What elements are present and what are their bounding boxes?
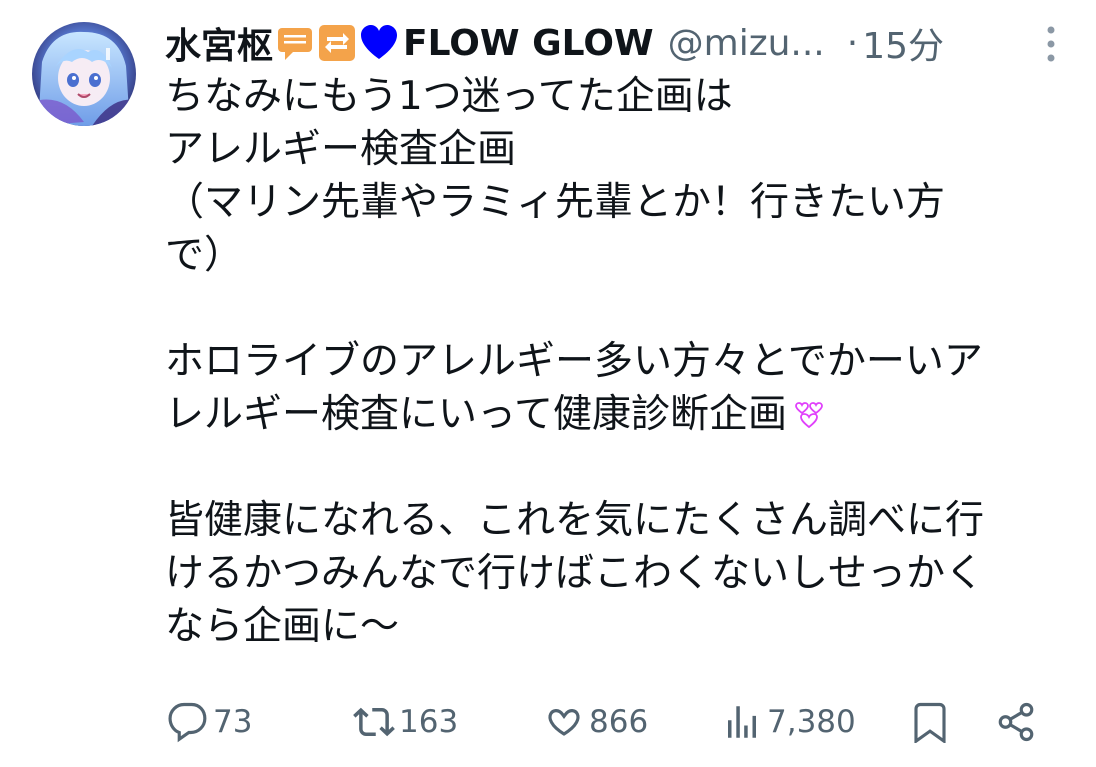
- views-button[interactable]: 7,380: [721, 694, 856, 750]
- tweet-line: レルギー検査にいって健康診断企画: [165, 392, 788, 437]
- tweet-line: アレルギー検査企画: [165, 127, 517, 172]
- user-handle[interactable]: @mizu...: [668, 23, 825, 64]
- like-button[interactable]: 866: [543, 694, 648, 750]
- heart-icon: [548, 709, 580, 736]
- repost-icon: [353, 707, 395, 737]
- repeat-emoji: [317, 23, 357, 63]
- view-count: 7,380: [767, 704, 856, 740]
- bookmark-button[interactable]: [909, 694, 951, 750]
- tweet-line: [165, 282, 1065, 335]
- tweet-line: 皆健康になれる、これを気にたくさん調べに行: [165, 498, 985, 543]
- action-bar: 73 163 866 7,380: [165, 694, 1046, 750]
- tweet-line-with-emoji: レルギー検査にいって健康診断企画: [165, 388, 1065, 441]
- tweet-card[interactable]: 水宮枢 FLOW GLOW @mizu... · 15分 ちなみにもう1つ迷って…: [0, 0, 1096, 767]
- tweet-line: ホロライブのアレルギー多い方々とでかーいア: [165, 339, 983, 384]
- tweet-line: [165, 441, 1065, 494]
- tweet-line: （マリン先輩やラミィ先輩とか！行きたい方: [165, 180, 946, 225]
- bookmark-icon: [914, 702, 946, 743]
- repost-count: 163: [399, 704, 459, 740]
- tweet-line: なら企画に〜: [165, 604, 400, 649]
- repost-button[interactable]: 163: [353, 694, 458, 750]
- tweet-line: けるかつみんなで行けばこわくないしせっかく: [165, 551, 985, 596]
- tweet-text: ちなみにもう1つ迷ってた企画は アレルギー検査企画 （マリン先輩やラミィ先輩とか…: [165, 70, 1065, 653]
- timestamp[interactable]: 15分: [862, 17, 944, 69]
- blue-heart-emoji: [359, 23, 399, 63]
- analytics-icon: [728, 706, 756, 738]
- reply-count: 73: [213, 704, 253, 740]
- tweet-line: で）: [165, 233, 244, 278]
- display-name-suffix: FLOW GLOW: [403, 22, 654, 64]
- more-options-icon[interactable]: [1046, 24, 1056, 64]
- display-name[interactable]: 水宮枢: [165, 17, 273, 69]
- speech-bubble-emoji: [275, 23, 315, 63]
- reply-icon: [168, 702, 207, 743]
- separator-dot: ·: [846, 22, 859, 64]
- pink-hearts-emoji: [793, 392, 825, 429]
- reply-button[interactable]: 73: [167, 694, 252, 750]
- avatar[interactable]: [32, 22, 136, 126]
- share-icon: [998, 702, 1034, 742]
- share-button[interactable]: [995, 694, 1037, 750]
- like-count: 866: [589, 704, 649, 740]
- tweet-header: 水宮枢 FLOW GLOW @mizu... · 15分: [165, 14, 1076, 72]
- tweet-line: ちなみにもう1つ迷ってた企画は: [165, 74, 733, 119]
